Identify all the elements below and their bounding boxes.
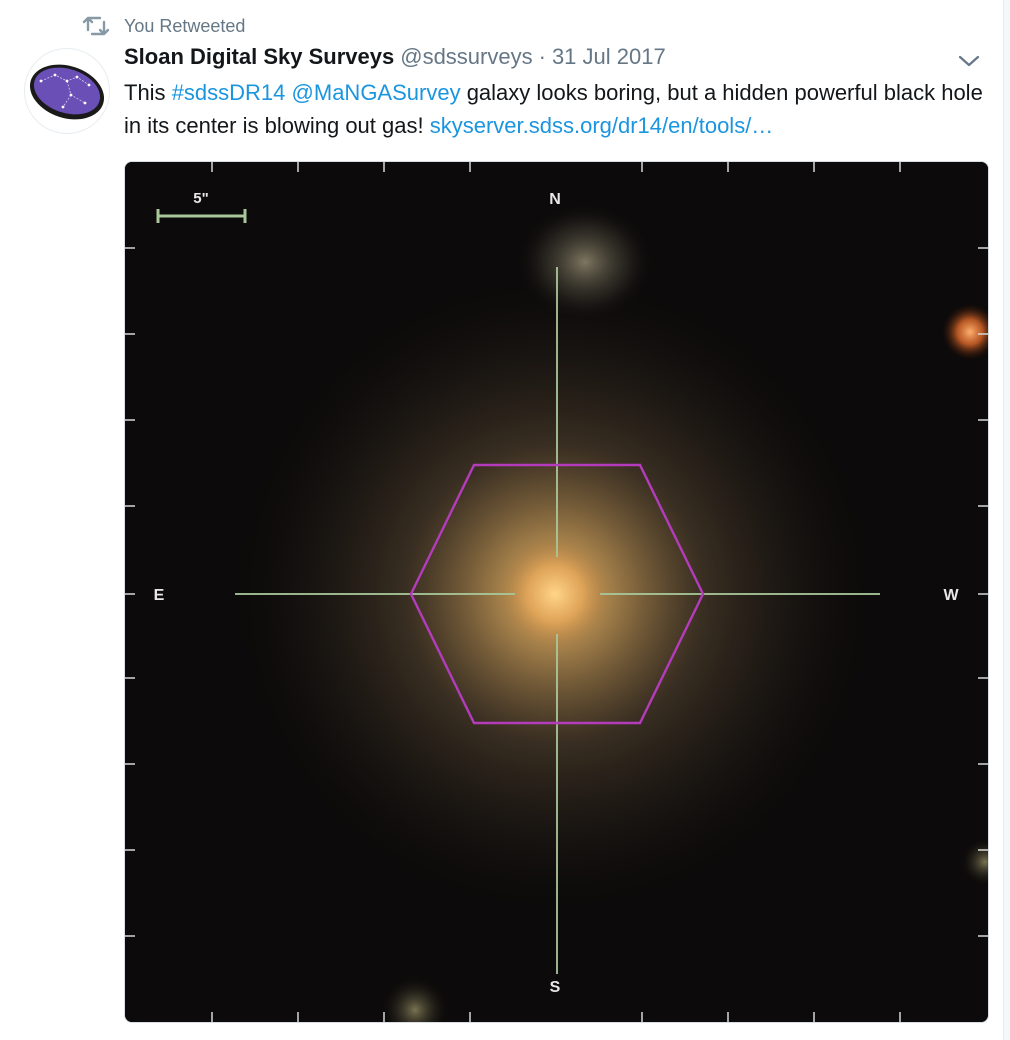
compass-north: N — [549, 191, 561, 208]
author-handle[interactable]: @sdssurveys — [400, 44, 532, 70]
tweet-timestamp[interactable]: 31 Jul 2017 — [552, 44, 666, 70]
url-link[interactable]: skyserver.sdss.org/dr14/en/tools/… — [430, 113, 774, 138]
mention-link[interactable]: @MaNGASurvey — [292, 80, 461, 105]
retweet-icon — [82, 14, 110, 38]
header-separator: · — [538, 44, 546, 69]
retweet-context-label: You Retweeted — [124, 15, 246, 36]
compass-west: W — [943, 587, 959, 604]
scale-bar-label: 5" — [193, 190, 208, 207]
galaxy-core — [500, 539, 610, 649]
compass-east: E — [154, 587, 165, 604]
compass-south: S — [550, 979, 561, 996]
avatar[interactable] — [24, 48, 110, 134]
retweet-context: You Retweeted — [82, 12, 245, 40]
constellation-logo-icon — [29, 64, 105, 120]
tweet-card[interactable]: You Retweeted Sloan Digital Sky Surveys … — [0, 0, 1004, 1040]
tweet-media-image[interactable]: 5" N S E W — [124, 161, 989, 1023]
tweet-text-start: This — [124, 80, 172, 105]
tweet-text: This #sdssDR14 @MaNGASurvey galaxy looks… — [124, 76, 984, 142]
hashtag-link[interactable]: #sdssDR14 — [172, 80, 286, 105]
author-name[interactable]: Sloan Digital Sky Surveys — [124, 44, 394, 70]
chevron-down-icon[interactable] — [956, 52, 982, 70]
neighbor-galaxy-top — [515, 202, 655, 322]
tweet-header: Sloan Digital Sky Surveys @sdssurveys · … — [124, 44, 666, 76]
